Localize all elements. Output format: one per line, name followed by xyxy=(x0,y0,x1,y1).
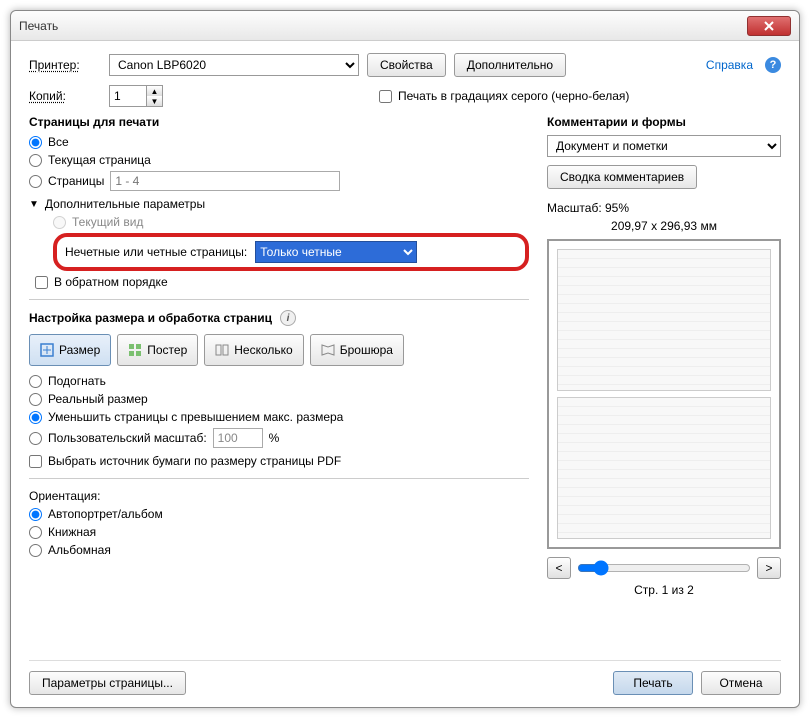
page-setup-button[interactable]: Параметры страницы... xyxy=(29,671,186,695)
scale-label: Масштаб: 95% xyxy=(547,201,781,215)
custom-scale-input xyxy=(213,428,263,448)
actual-label: Реальный размер xyxy=(48,392,148,406)
copies-spinner[interactable]: ▲▼ xyxy=(109,85,163,107)
titlebar: Печать xyxy=(11,11,799,41)
pages-section-title: Страницы для печати xyxy=(29,115,529,129)
comments-section-title: Комментарии и формы xyxy=(547,115,781,129)
print-dialog: Печать Принтер: Canon LBP6020 Свойства Д… xyxy=(10,10,800,708)
pages-range-input[interactable] xyxy=(110,171,340,191)
info-icon[interactable]: i xyxy=(280,310,296,326)
tab-multiple[interactable]: Несколько xyxy=(204,334,303,366)
close-icon xyxy=(764,21,774,31)
pages-current-label: Текущая страница xyxy=(48,153,151,167)
pct-label: % xyxy=(269,431,280,445)
page-of-label: Стр. 1 из 2 xyxy=(547,583,781,597)
cancel-button[interactable]: Отмена xyxy=(701,671,781,695)
print-preview xyxy=(547,239,781,549)
grayscale-label: Печать в градациях серого (черно-белая) xyxy=(398,89,629,103)
tab-booklet[interactable]: Брошюра xyxy=(310,334,404,366)
paper-source-label: Выбрать источник бумаги по размеру стран… xyxy=(48,454,341,468)
page-slider[interactable] xyxy=(577,560,751,576)
properties-button[interactable]: Свойства xyxy=(367,53,446,77)
custom-scale-radio[interactable] xyxy=(29,432,42,445)
preview-document-2 xyxy=(557,397,771,539)
help-icon[interactable]: ? xyxy=(765,57,781,73)
next-page-button[interactable]: > xyxy=(757,557,781,579)
tab-size[interactable]: Размер xyxy=(29,334,111,366)
pages-all-label: Все xyxy=(48,135,69,149)
reverse-checkbox[interactable] xyxy=(35,276,48,289)
spinner-down-icon[interactable]: ▼ xyxy=(147,96,162,106)
spinner-up-icon[interactable]: ▲ xyxy=(147,86,162,96)
pages-range-label: Страницы xyxy=(48,174,104,188)
copies-input[interactable] xyxy=(110,86,146,106)
odd-even-label: Нечетные или четные страницы: xyxy=(65,245,247,259)
actual-radio[interactable] xyxy=(29,393,42,406)
fit-radio[interactable] xyxy=(29,375,42,388)
orient-auto-radio[interactable] xyxy=(29,508,42,521)
poster-icon xyxy=(128,343,142,357)
summary-button[interactable]: Сводка комментариев xyxy=(547,165,697,189)
close-button[interactable] xyxy=(747,16,791,36)
shrink-radio[interactable] xyxy=(29,411,42,424)
dims-label: 209,97 x 296,93 мм xyxy=(547,219,781,233)
tab-poster[interactable]: Постер xyxy=(117,334,198,366)
size-icon xyxy=(40,343,54,357)
current-view-radio xyxy=(53,216,66,229)
chevron-down-icon: ▼ xyxy=(29,199,39,210)
orient-portrait-radio[interactable] xyxy=(29,526,42,539)
orient-landscape-label: Альбомная xyxy=(48,543,111,557)
printer-label: Принтер: xyxy=(29,58,101,72)
orient-landscape-radio[interactable] xyxy=(29,544,42,557)
multiple-icon xyxy=(215,343,229,357)
pages-all-radio[interactable] xyxy=(29,136,42,149)
print-button[interactable]: Печать xyxy=(613,671,693,695)
custom-scale-label: Пользовательский масштаб: xyxy=(48,431,207,445)
window-title: Печать xyxy=(19,19,747,33)
orient-portrait-label: Книжная xyxy=(48,525,96,539)
preview-document-1 xyxy=(557,249,771,391)
fit-label: Подогнать xyxy=(48,374,106,388)
comments-select[interactable]: Документ и пометки xyxy=(547,135,781,157)
prev-page-button[interactable]: < xyxy=(547,557,571,579)
reverse-label: В обратном порядке xyxy=(54,275,168,289)
printer-select[interactable]: Canon LBP6020 xyxy=(109,54,359,76)
shrink-label: Уменьшить страницы с превышением макс. р… xyxy=(48,410,343,424)
odd-even-highlight: Нечетные или четные страницы: Только чет… xyxy=(53,233,529,271)
grayscale-checkbox[interactable] xyxy=(379,90,392,103)
pages-current-radio[interactable] xyxy=(29,154,42,167)
orientation-title: Ориентация: xyxy=(29,489,529,503)
help-link[interactable]: Справка xyxy=(706,58,753,72)
advanced-button[interactable]: Дополнительно xyxy=(454,53,566,77)
copies-label: Копий: xyxy=(29,89,101,103)
paper-source-checkbox[interactable] xyxy=(29,455,42,468)
current-view-label: Текущий вид xyxy=(72,215,143,229)
more-options-toggle[interactable]: ▼ Дополнительные параметры xyxy=(29,197,529,211)
pages-range-radio[interactable] xyxy=(29,175,42,188)
sizing-section-title: Настройка размера и обработка страниц xyxy=(29,311,272,325)
odd-even-select[interactable]: Только четные xyxy=(255,241,417,263)
orient-auto-label: Автопортрет/альбом xyxy=(48,507,163,521)
booklet-icon xyxy=(321,343,335,357)
